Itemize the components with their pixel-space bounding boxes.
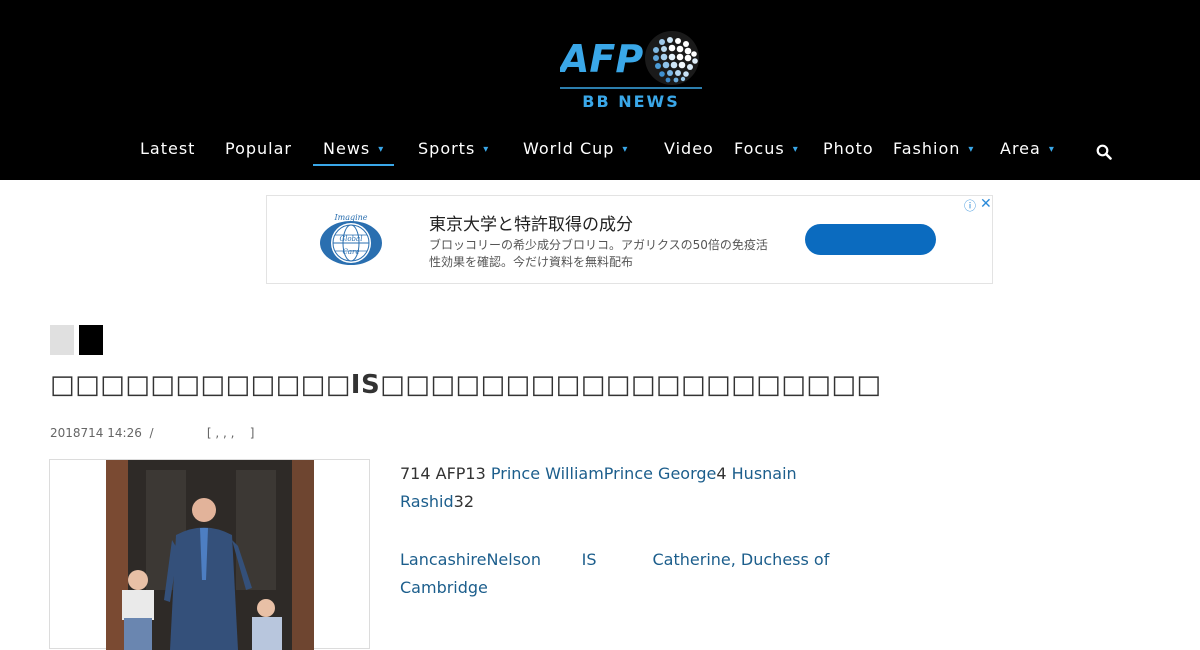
- globe-logo-icon: Imagine Global Care: [320, 213, 382, 265]
- nav-news[interactable]: News ▾: [313, 138, 395, 166]
- link-prince-george[interactable]: Prince George: [604, 464, 717, 483]
- nav-sports[interactable]: Sports ▾: [418, 138, 489, 164]
- nav-photo[interactable]: Photo: [823, 138, 874, 164]
- nav-latest[interactable]: Latest: [140, 138, 195, 164]
- nav-latest-label: Latest: [140, 139, 196, 158]
- nav-world-cup[interactable]: World Cup ▾: [523, 138, 628, 164]
- ad-logo-text-mid: Global: [340, 235, 363, 243]
- ad-logo-text-bottom: Care: [342, 248, 359, 256]
- nav-area-label: Area: [1000, 139, 1041, 158]
- chevron-down-icon: ▾: [483, 144, 490, 155]
- link-prince-william[interactable]: Prince William: [491, 464, 604, 483]
- nav-fashion[interactable]: Fashion ▾: [893, 138, 974, 164]
- nav-news-label: News: [323, 139, 371, 158]
- paragraph-1-text-c: 32: [453, 492, 475, 511]
- logo-brand-text: AFP: [560, 37, 643, 81]
- nav-focus-label: Focus: [734, 139, 785, 158]
- nav-world-cup-label: World Cup: [523, 139, 615, 158]
- paragraph-2-text-b: [597, 550, 653, 569]
- nav-video[interactable]: Video: [664, 138, 714, 164]
- paragraph-2-text-a: [541, 550, 582, 569]
- nav-focus[interactable]: Focus ▾: [734, 138, 799, 164]
- article-photo[interactable]: [49, 459, 370, 650]
- main-navigation: Latest Popular News ▾ Sports ▾ World Cup ▾ …: [0, 138, 1200, 166]
- ad-description: ブロッコリーの希少成分ブロリコ。アガリクスの50倍の免疫活性効果を確認。今だけ資…: [429, 238, 768, 269]
- ad-title[interactable]: 東京大学と特許取得の成分: [429, 210, 633, 235]
- article-meta: 2018714 14:26 / [ , , , ]: [50, 426, 255, 440]
- category-tag-light[interactable]: [50, 325, 74, 355]
- nav-sports-label: Sports: [418, 139, 476, 158]
- nav-photo-label: Photo: [823, 139, 874, 158]
- nav-fashion-label: Fashion: [893, 139, 961, 158]
- advertiser-logo: Imagine Global Care: [317, 212, 385, 268]
- chevron-down-icon: ▾: [378, 144, 385, 155]
- paragraph-1-text-a: 714 AFP13: [400, 464, 491, 483]
- advertisement-banner[interactable]: Imagine Global Care 東京大学と特許取得の成分 ブロッコリーの…: [266, 195, 993, 284]
- afp-bb-news-logo[interactable]: AFP BB NEWS: [557, 30, 702, 118]
- afp-logo-icon: AFP: [557, 31, 702, 89]
- link-lancashire-nelson[interactable]: LancashireNelson: [400, 550, 541, 569]
- paragraph-1-text-b: 4: [716, 464, 732, 483]
- link-is[interactable]: IS: [582, 550, 597, 569]
- nav-video-label: Video: [664, 139, 714, 158]
- ad-logo-text-top: Imagine: [333, 213, 367, 222]
- chevron-down-icon: ▾: [792, 144, 799, 155]
- article-title: □□□□□□□□□□□□IS□□□□□□□□□□□□□□□□□□□□: [50, 370, 882, 400]
- ad-close-icon[interactable]: ✕: [980, 196, 992, 212]
- article-paragraph-1: 714 AFP13 Prince WilliamPrince George4 H…: [400, 460, 870, 516]
- site-header: AFP BB NEWS Latest Popular News ▾ Sports…: [0, 0, 1200, 180]
- nav-popular[interactable]: Popular: [225, 138, 292, 164]
- search-icon: [1096, 144, 1112, 160]
- chevron-down-icon: ▾: [622, 144, 629, 155]
- chevron-down-icon: ▾: [968, 144, 975, 155]
- nav-popular-label: Popular: [225, 139, 292, 158]
- article-photo-image: [106, 460, 314, 650]
- category-tag-dark[interactable]: [79, 325, 103, 355]
- search-button[interactable]: [1096, 144, 1112, 160]
- logo-subtitle: BB NEWS: [582, 92, 680, 111]
- nav-area[interactable]: Area ▾: [1000, 138, 1055, 164]
- chevron-down-icon: ▾: [1048, 144, 1055, 155]
- photo-illustration: [106, 460, 314, 650]
- ad-cta-button[interactable]: [805, 224, 936, 255]
- article-paragraph-2: LancashireNelson IS Catherine, Duchess o…: [400, 546, 870, 602]
- ad-info-icon[interactable]: ⓘ: [964, 197, 976, 214]
